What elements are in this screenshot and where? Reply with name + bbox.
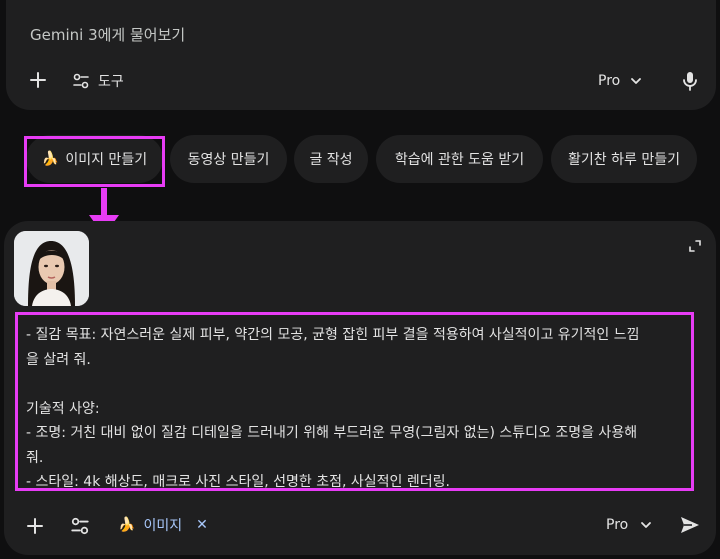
close-icon[interactable]: ✕ — [196, 517, 208, 533]
prompt-line: - 조명: 거친 대비 없이 질감 디테일을 드러내기 위해 부드러운 무영(그… — [26, 425, 638, 441]
chevron-down-icon — [641, 522, 652, 528]
chevron-down-icon — [631, 78, 642, 84]
attached-image-thumbnail[interactable] — [14, 231, 89, 306]
banana-icon: 🍌 — [118, 517, 136, 533]
portrait-image — [14, 231, 89, 306]
prompt-input-placeholder[interactable]: Gemini 3에게 물어보기 — [30, 24, 185, 45]
tools-label: 도구 — [98, 74, 124, 90]
prompt-line — [26, 372, 686, 397]
chip-energetic-day[interactable]: 활기찬 하루 만들기 — [551, 135, 697, 183]
tools-icon — [71, 517, 89, 535]
chip-create-video[interactable]: 동영상 만들기 — [170, 135, 287, 183]
tools-icon — [73, 73, 89, 89]
expand-button[interactable] — [688, 239, 702, 253]
add-button[interactable] — [26, 68, 50, 92]
composer-text-area[interactable]: - 질감 목표: 자연스러운 실제 피부, 약간의 모공, 균형 잡힌 피부 결… — [26, 323, 686, 495]
add-attachment-button[interactable] — [24, 515, 46, 537]
chip-learning-help[interactable]: 학습에 관한 도움 받기 — [376, 135, 543, 183]
chip-label: 글 작성 — [309, 152, 353, 168]
microphone-button[interactable] — [680, 70, 700, 92]
chip-label: 활기찬 하루 만들기 — [568, 152, 680, 168]
prompt-line: 을 살려 줘. — [26, 351, 91, 368]
model-label: Pro — [606, 517, 629, 533]
plus-icon — [27, 518, 43, 534]
tools-button[interactable]: 도구 — [72, 70, 124, 92]
prompt-line: 기술적 사양: — [26, 400, 100, 417]
chip-label: 학습에 관한 도움 받기 — [394, 152, 525, 168]
microphone-icon — [683, 72, 697, 91]
prompt-line: - 스타일: 4k 해상도, 매크로 사진 스타일, 선명한 초점, 사실적인 … — [26, 474, 450, 490]
prompt-line: 줘. — [26, 449, 44, 466]
model-selector[interactable]: Pro — [598, 70, 642, 92]
chip-write[interactable]: 글 작성 — [294, 135, 368, 183]
chip-highlight-box — [24, 136, 165, 187]
send-button[interactable] — [679, 514, 701, 536]
plus-icon — [30, 72, 46, 88]
tools-button[interactable] — [70, 516, 90, 536]
model-label: Pro — [598, 73, 621, 89]
top-prompt-panel — [6, 0, 716, 110]
model-selector[interactable]: Pro — [606, 514, 652, 536]
chip-label: 동영상 만들기 — [187, 152, 270, 168]
image-tool-chip[interactable]: 🍌 이미지 ✕ — [118, 513, 208, 537]
expand-icon — [689, 240, 701, 252]
prompt-line: - 질감 목표: 자연스러운 실제 피부, 약간의 모공, 균형 잡힌 피부 결… — [26, 327, 640, 343]
send-icon — [681, 517, 699, 533]
image-tool-label: 이미지 — [143, 518, 183, 534]
